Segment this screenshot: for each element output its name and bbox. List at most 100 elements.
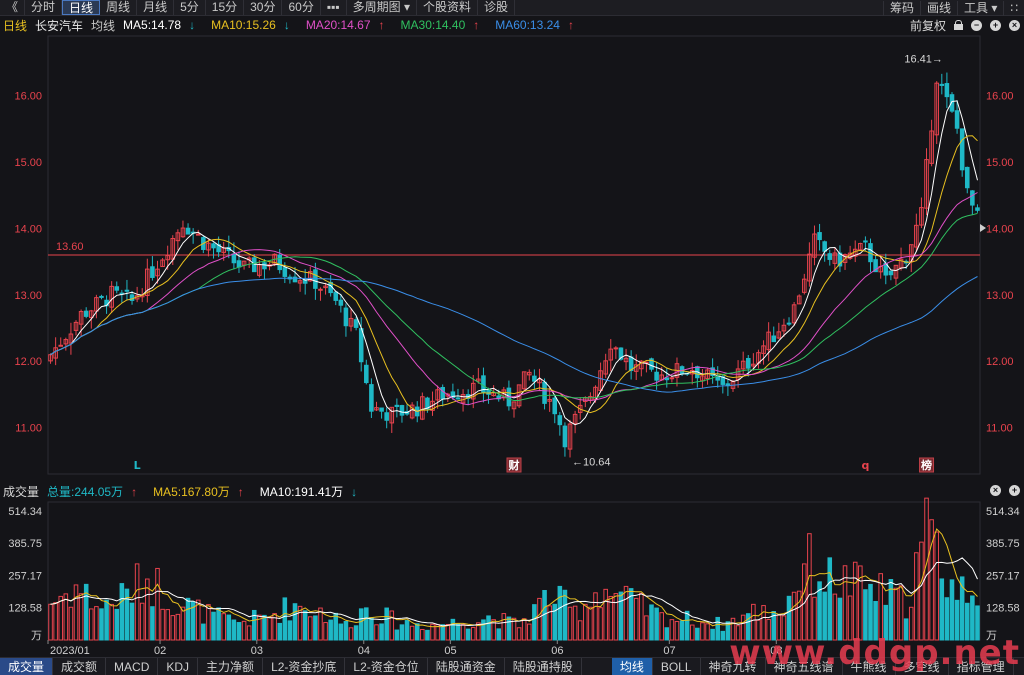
volume-bar <box>58 595 64 641</box>
volume-bar <box>308 616 313 641</box>
tab-macd[interactable]: MACD <box>106 657 159 675</box>
volume-bar <box>516 627 522 641</box>
candle-body <box>715 376 720 381</box>
x-axis-label: 02 <box>154 645 166 657</box>
volume-bar <box>323 622 328 641</box>
volume-bar <box>547 605 552 641</box>
volume-bar <box>613 593 619 641</box>
tab-l2-position[interactable]: L2-资金仓位 <box>345 657 428 675</box>
volume-bar <box>251 609 257 641</box>
volume-bar <box>68 606 74 641</box>
candle-body <box>745 357 751 369</box>
x-axis-label: 07 <box>663 645 675 657</box>
candle-body <box>83 310 89 317</box>
tab-ma[interactable]: 均线 <box>611 657 653 675</box>
candle-body <box>124 289 130 292</box>
candle-body <box>863 240 868 243</box>
candle-body <box>486 389 491 395</box>
candle-body <box>771 335 777 343</box>
candle-body <box>185 227 191 235</box>
volume-tick-right: 128.58 <box>986 603 1020 615</box>
volume-bar <box>231 619 237 641</box>
volume-bar <box>720 630 726 641</box>
candle-body <box>399 405 405 416</box>
ma-line-ma30 <box>50 212 978 401</box>
candle-body <box>888 270 894 276</box>
close-icon[interactable]: × <box>990 485 1001 496</box>
candle-body <box>358 328 364 363</box>
volume-bar <box>577 620 583 641</box>
volume-bar <box>684 610 690 641</box>
tab-hk-connect-funds[interactable]: 陆股通资金 <box>428 657 505 675</box>
volume-bar <box>348 627 354 641</box>
volume-bar <box>399 624 405 641</box>
x-axis-label: 2023/01 <box>50 645 90 657</box>
volume-controls: × + <box>990 485 1020 496</box>
price-tick-right: 11.00 <box>986 423 1013 435</box>
volume-bar <box>572 605 578 641</box>
volume-bar <box>155 567 160 641</box>
candle-body <box>338 299 344 306</box>
ma-line-ma10 <box>50 135 978 414</box>
tab-kdj[interactable]: KDJ <box>158 657 199 675</box>
volume-bar <box>689 624 695 641</box>
volume-bar <box>369 617 374 641</box>
candle-body <box>822 241 827 252</box>
volume-ma5: MA5:167.80万 ↑ <box>153 484 244 499</box>
volume-bar <box>409 625 415 641</box>
volume-bar <box>623 585 629 641</box>
volume-bar <box>338 623 344 641</box>
volume-bar <box>654 607 659 641</box>
tab-turnover[interactable]: 成交额 <box>53 657 107 675</box>
volume-bar <box>267 616 272 641</box>
volume-bar <box>241 620 247 641</box>
event-marker-q: q <box>861 459 869 472</box>
volume-bar <box>89 608 94 641</box>
candle-body <box>99 295 104 298</box>
candle-body <box>150 266 155 278</box>
volume-bar <box>48 603 53 641</box>
volume-bar <box>221 613 226 641</box>
volume-bar <box>211 611 216 641</box>
volume-total: 总量:244.05万 ↑ <box>47 484 138 499</box>
volume-bar <box>277 622 283 641</box>
price-tick-left: 15.00 <box>14 157 42 169</box>
volume-bar <box>201 623 206 641</box>
volume-bar <box>919 541 924 641</box>
kline-chart[interactable]: 13.60 11.00 11.00 12.00 12.00 13.00 13.00 14.00… <box>0 0 1024 675</box>
volume-bar <box>353 625 359 641</box>
volume-bar <box>292 603 298 641</box>
volume-bar <box>450 618 456 641</box>
volume-bar <box>633 597 639 641</box>
volume-bar <box>705 623 710 641</box>
x-axis-label: 03 <box>251 645 263 657</box>
tab-hk-connect-holdings[interactable]: 陆股通持股 <box>505 657 582 675</box>
volume-bar <box>868 583 873 641</box>
volume-bar <box>104 599 109 641</box>
volume-bar <box>486 615 491 641</box>
volume-bar <box>537 597 542 641</box>
volume-bar <box>262 614 267 641</box>
candle-body <box>664 377 670 381</box>
candle-body <box>440 387 445 400</box>
candle-body <box>975 207 980 211</box>
candle-body <box>654 371 659 381</box>
volume-bar <box>700 622 705 641</box>
volume-bar <box>674 621 680 641</box>
volume-bar <box>99 608 104 641</box>
tab-l2-bottom[interactable]: L2-资金抄底 <box>263 657 346 675</box>
volume-bar <box>929 519 934 641</box>
candle-body <box>277 254 283 271</box>
volume-bar <box>532 604 537 641</box>
candle-body <box>211 243 216 249</box>
add-indicator-icon[interactable]: + <box>1009 485 1020 496</box>
candle-body <box>231 253 237 264</box>
tab-main-net[interactable]: 主力净额 <box>198 657 264 675</box>
volume-bar <box>659 612 664 641</box>
candle-body <box>959 128 965 171</box>
tab-boll[interactable]: BOLL <box>653 657 701 675</box>
candle-body <box>552 397 558 415</box>
candle-body <box>557 415 563 426</box>
volume-bar <box>506 616 512 641</box>
tab-volume[interactable]: 成交量 <box>0 657 54 675</box>
